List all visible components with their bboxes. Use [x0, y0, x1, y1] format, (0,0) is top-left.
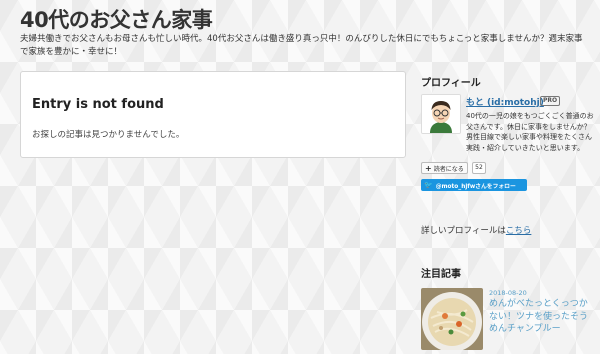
featured-thumbnail[interactable]	[421, 288, 483, 350]
featured-title-link[interactable]: めんがべたっとくっつかない！ツナを使ったそうめんチャンプルー	[489, 298, 589, 336]
twitter-bird-icon: 🐦	[424, 181, 433, 189]
entry-message: お探しの記事は見つかりませんでした。	[32, 130, 185, 140]
featured-date: 2018-08-20	[489, 289, 527, 297]
entry-card: Entry is not found お探しの記事は見つかりませんでした。	[20, 71, 406, 158]
reader-count: 52	[472, 162, 486, 174]
profile-details-link[interactable]: こちら	[506, 226, 532, 236]
site-title[interactable]: 40代のお父さん家事	[20, 4, 213, 34]
subscribe-button[interactable]: + 読者になる	[421, 162, 468, 174]
profile-name-link[interactable]: もと (id:motohj)	[466, 95, 544, 108]
plus-icon: +	[425, 163, 432, 173]
avatar-icon	[422, 95, 460, 133]
profile-heading: プロフィール	[421, 78, 481, 89]
pro-badge: PRO	[540, 96, 561, 106]
profile-details-label: 詳しいプロフィールは	[421, 226, 506, 236]
food-photo-icon	[421, 288, 483, 350]
profile-bio: 40代の一児の娘をもつごくごく普通のお父さんです。休日に家事をしませんか？男性目…	[466, 112, 594, 152]
entry-title: Entry is not found	[32, 97, 164, 112]
profile-details: 詳しいプロフィールはこちら	[421, 224, 531, 236]
featured-heading: 注目記事	[421, 269, 461, 280]
twitter-follow-button[interactable]: 🐦 @moto_hjfwさんをフォロー	[421, 179, 527, 191]
twitter-follow-label: @moto_hjfwさんをフォロー	[435, 183, 516, 190]
subscribe-label: 読者になる	[433, 165, 464, 173]
avatar[interactable]	[421, 94, 461, 134]
site-description: 夫婦共働きでお父さんもお母さんも忙しい時代。40代お父さんは働き盛り真っ只中！の…	[20, 34, 583, 57]
